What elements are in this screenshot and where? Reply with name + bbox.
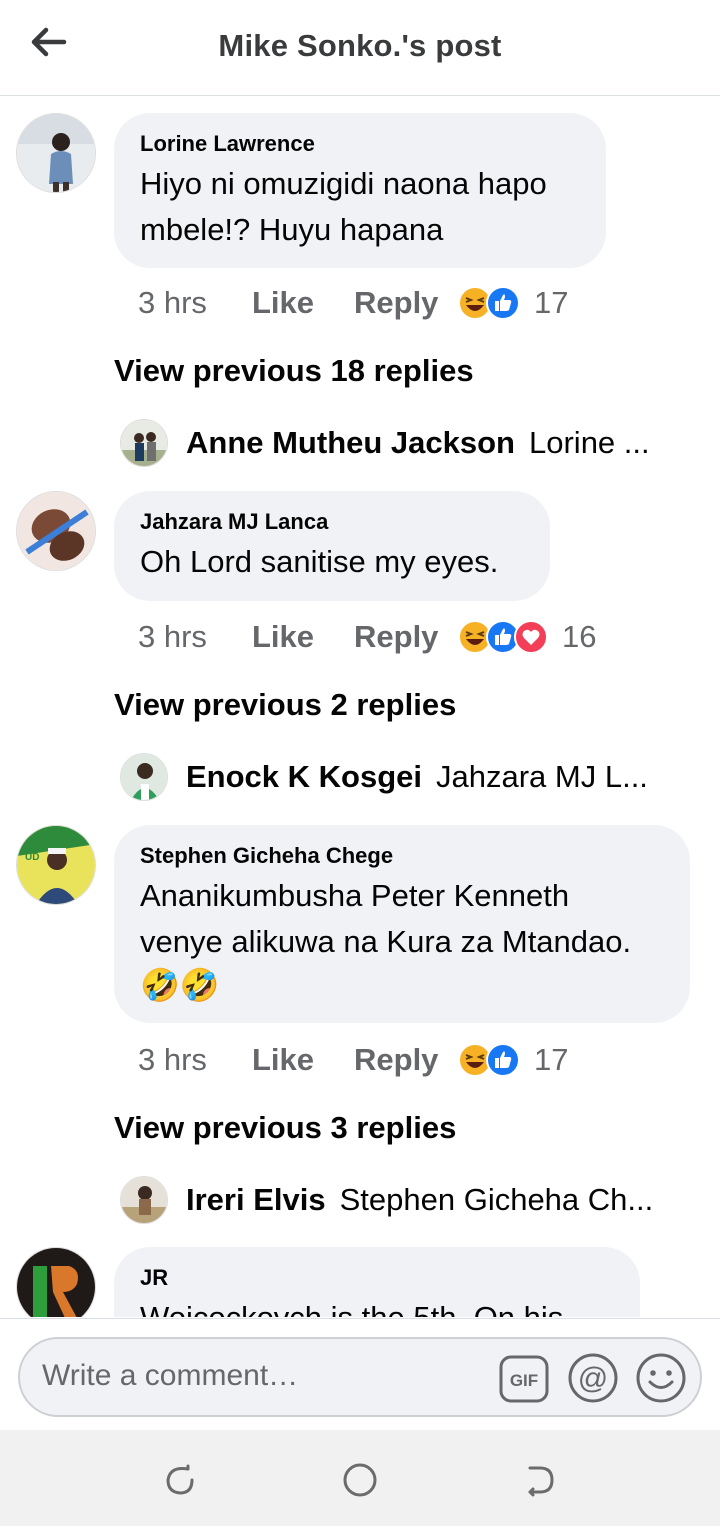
avatar[interactable] [120,419,168,467]
post-header: Mike Sonko.'s post [0,0,720,96]
avatar[interactable] [16,113,96,193]
back-nav-button[interactable] [518,1458,562,1502]
comment-meta: 3 hrs Like Reply 16 [138,617,596,657]
comment-author[interactable]: Jahzara MJ Lanca [140,509,524,535]
gif-icon: GIF [499,1355,549,1403]
comment-time[interactable]: 3 hrs [138,619,252,655]
mention-button[interactable]: @ [566,1351,620,1405]
recent-apps-button[interactable] [158,1458,202,1502]
svg-text:GIF: GIF [510,1371,538,1390]
avatar[interactable] [120,1176,168,1224]
reaction-count[interactable]: 17 [534,1042,568,1078]
like-button[interactable]: Like [252,1042,354,1078]
reactions-summary[interactable] [458,1043,520,1077]
like-reaction-icon [486,1043,520,1077]
page-title: Mike Sonko.'s post [218,28,502,63]
reply-snippet: Stephen Gicheha Ch... [339,1182,654,1217]
comment-author[interactable]: Stephen Gicheha Chege [140,843,664,869]
emoji-button[interactable] [634,1351,688,1405]
avatar[interactable] [120,753,168,801]
comment-time[interactable]: 3 hrs [138,1042,252,1078]
latest-reply-preview[interactable]: Anne Mutheu Jackson Lorine ... [120,418,680,468]
avatar[interactable] [16,1247,96,1317]
comments-feed[interactable]: Lorine Lawrence Hiyo ni omuzigidi naona … [0,97,720,1317]
comment-text: Ananikumbusha Peter Kenneth venye alikuw… [140,873,664,1005]
avatar[interactable] [16,491,96,571]
at-sign-icon: @ [568,1353,618,1403]
home-circle-icon [343,1463,377,1497]
reply-author[interactable]: Enock K Kosgei [186,759,422,795]
comment-author[interactable]: Lorine Lawrence [140,131,580,157]
emoji-line: 🤣🤣 [140,966,220,1004]
reaction-count[interactable]: 16 [562,619,596,655]
reply-snippet: Lorine ... [529,425,650,460]
comment-author[interactable]: JR [140,1265,614,1291]
comment-bubble[interactable]: Lorine Lawrence Hiyo ni omuzigidi naona … [114,113,606,268]
reaction-count[interactable]: 17 [534,285,568,321]
comment-time[interactable]: 3 hrs [138,285,252,321]
comment-placeholder: Write a comment… [42,1359,299,1392]
love-reaction-icon [514,620,548,654]
reply-button[interactable]: Reply [354,285,458,321]
latest-reply-preview[interactable]: Ireri Elvis Stephen Gicheha Ch... [120,1175,680,1225]
latest-reply-preview[interactable]: Enock K Kosgei Jahzara MJ L... [120,752,680,802]
gif-button[interactable]: GIF [498,1353,550,1405]
reactions-summary[interactable] [458,620,548,654]
svg-text:UD: UD [25,852,39,863]
comment-meta: 3 hrs Like Reply 17 [138,1040,568,1080]
comment-input[interactable]: Write a comment… GIF @ [18,1337,702,1417]
like-button[interactable]: Like [252,285,354,321]
like-reaction-icon [486,286,520,320]
avatar[interactable]: UD [16,825,96,905]
svg-text:@: @ [578,1362,608,1395]
comment-text: Oh Lord sanitise my eyes. [140,544,499,579]
comment-bubble[interactable]: Jahzara MJ Lanca Oh Lord sanitise my eye… [114,491,550,601]
system-navigation-bar [0,1430,720,1526]
view-previous-replies-link[interactable]: View previous 3 replies [114,1110,456,1146]
reply-snippet: Jahzara MJ L... [436,759,648,794]
view-previous-replies-link[interactable]: View previous 2 replies [114,687,456,723]
comment-bubble[interactable]: JR Wojcockovch is the 5th. On his [114,1247,640,1317]
reply-button[interactable]: Reply [354,1042,458,1078]
recent-apps-icon [166,1464,194,1495]
view-previous-replies-link[interactable]: View previous 18 replies [114,353,474,389]
comment-composer-bar: Write a comment… GIF @ [0,1318,720,1430]
home-button[interactable] [338,1458,382,1502]
comment-meta: 3 hrs Like Reply 17 [138,283,568,323]
reply-button[interactable]: Reply [354,619,458,655]
comment-text: Hiyo ni omuzigidi naona hapo mbele!? Huy… [140,166,547,247]
reactions-summary[interactable] [458,286,520,320]
like-button[interactable]: Like [252,619,354,655]
reply-author[interactable]: Ireri Elvis [186,1182,326,1218]
comment-text: Wojcockovch is the 5th. On his [140,1295,614,1317]
smiley-icon [636,1353,686,1403]
comment-bubble[interactable]: Stephen Gicheha Chege Ananikumbusha Pete… [114,825,690,1023]
back-nav-icon [528,1466,554,1497]
reply-author[interactable]: Anne Mutheu Jackson [186,425,515,461]
